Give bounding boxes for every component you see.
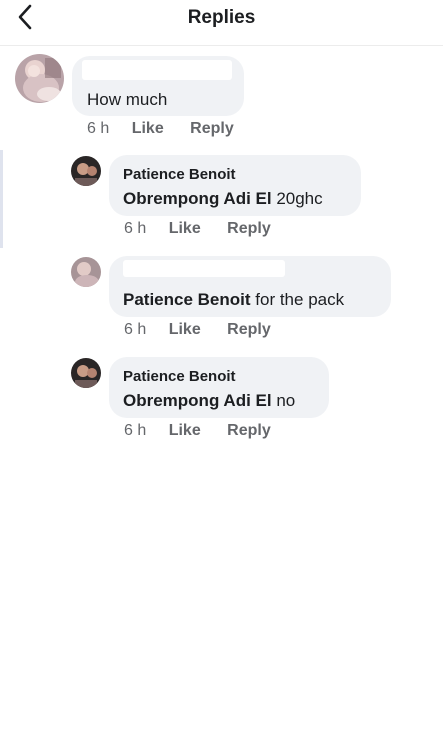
comment-actions: 6 h Like Reply <box>124 321 271 339</box>
like-button[interactable]: Like <box>169 422 201 440</box>
reply-item: Patience Benoit Obrempong Adi El 20ghc 6… <box>0 152 443 247</box>
comment-root: How much 6 h Like Reply <box>0 52 443 147</box>
comment-bubble[interactable]: How much <box>72 56 244 116</box>
comment-actions: 6 h Like Reply <box>87 120 234 138</box>
comment-bubble[interactable]: Patience Benoit Obrempong Adi El 20ghc <box>109 155 361 216</box>
reply-button[interactable]: Reply <box>227 220 271 238</box>
reply-button[interactable]: Reply <box>190 120 234 138</box>
comment-actions: 6 h Like Reply <box>124 220 271 238</box>
like-button[interactable]: Like <box>169 321 201 339</box>
header: Replies <box>0 0 443 46</box>
like-button[interactable]: Like <box>132 120 164 138</box>
comment-time: 6 h <box>124 220 147 237</box>
avatar[interactable] <box>71 257 101 287</box>
comment-time: 6 h <box>87 120 110 137</box>
reply-button[interactable]: Reply <box>227 422 271 440</box>
comment-text: Obrempong Adi El 20ghc <box>123 189 323 208</box>
comment-time: 6 h <box>124 321 147 338</box>
replies-screen: Replies How much 6 h Like Reply Patience… <box>0 0 443 748</box>
mention-link[interactable]: Patience Benoit <box>123 290 251 309</box>
avatar[interactable] <box>71 358 101 388</box>
reply-item: Patience Benoit Obrempong Adi El no 6 h … <box>0 354 443 449</box>
comment-actions: 6 h Like Reply <box>124 422 271 440</box>
comment-author[interactable]: Patience Benoit <box>123 166 236 183</box>
comment-text: Obrempong Adi El no <box>123 391 296 410</box>
redaction <box>82 60 232 80</box>
comment-text: Patience Benoit for the pack <box>123 290 345 309</box>
comment-bubble[interactable]: Patience Benoit Obrempong Adi El no <box>109 357 329 418</box>
comment-text: How much <box>87 90 168 109</box>
reply-item: Patience Benoit for the pack 6 h Like Re… <box>0 253 443 348</box>
avatar[interactable] <box>15 54 64 103</box>
comment-time: 6 h <box>124 422 147 439</box>
page-title: Replies <box>187 7 256 28</box>
mention-link[interactable]: Obrempong Adi El <box>123 189 272 208</box>
reply-button[interactable]: Reply <box>227 321 271 339</box>
like-button[interactable]: Like <box>169 220 201 238</box>
mention-link[interactable]: Obrempong Adi El <box>123 391 272 410</box>
avatar[interactable] <box>71 156 101 186</box>
comment-author[interactable]: Patience Benoit <box>123 368 236 385</box>
redaction <box>123 260 285 277</box>
comment-bubble[interactable]: Patience Benoit for the pack <box>109 256 391 317</box>
